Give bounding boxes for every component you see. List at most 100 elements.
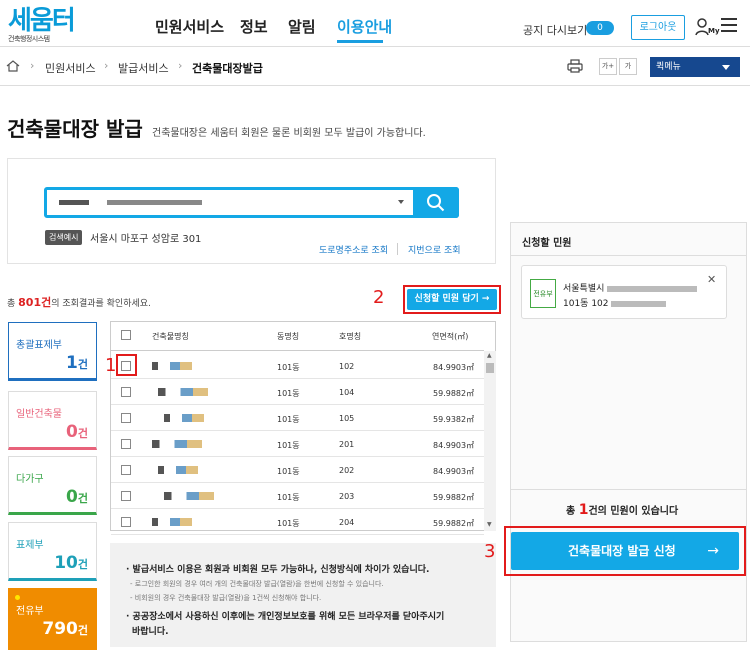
font-decrease-button[interactable]: 가: [619, 58, 637, 75]
nav-guide[interactable]: 이용안내: [337, 16, 392, 37]
logo-subtext: 건축행정시스템: [8, 35, 50, 43]
category-count: 790건: [42, 619, 88, 639]
cell-dong: 101동: [277, 519, 300, 528]
font-increase-button[interactable]: 가+: [599, 58, 617, 75]
lot-number-search-link[interactable]: 지번으로 조회: [408, 243, 461, 256]
link-separator: [397, 243, 398, 255]
cell-area: 59.9882㎡: [433, 519, 475, 528]
application-total: 총 1건의 민원이 있습니다: [566, 502, 678, 518]
row-checkbox[interactable]: [121, 439, 131, 449]
row-checkbox[interactable]: [121, 517, 131, 527]
row-divider: [111, 430, 484, 431]
nav-info[interactable]: 정보: [240, 16, 268, 37]
notice-toggle[interactable]: 0: [586, 21, 614, 35]
logout-button[interactable]: 로그아웃: [631, 15, 685, 40]
add-application-button[interactable]: 신청할 민원 담기 →: [407, 289, 497, 310]
building-name-redacted: [152, 518, 192, 526]
application-item-address: 서울특별시 101동 102: [563, 281, 698, 309]
search-example-text: 서울시 마포구 성암로 301: [90, 234, 202, 245]
category-count-value: 0: [66, 487, 78, 507]
category-count-value: 0: [66, 422, 78, 442]
nav-active-indicator: [337, 40, 383, 43]
row-checkbox[interactable]: [121, 491, 131, 501]
category-count-value: 790: [42, 619, 78, 639]
issue-request-label: 건축물대장 발급 신청: [568, 544, 676, 558]
row-checkbox[interactable]: [121, 413, 131, 423]
cell-area: 59.9882㎡: [433, 389, 475, 398]
my-page-icon[interactable]: My: [695, 17, 720, 37]
dropdown-caret-icon[interactable]: [398, 200, 404, 204]
column-header-building-name: 건축물명칭: [152, 332, 189, 341]
category-count: 0건: [66, 487, 88, 507]
cell-ho: 102: [339, 362, 355, 371]
category-label: 총괄표제부: [16, 340, 62, 351]
my-label: My: [708, 27, 720, 35]
cell-ho: 202: [339, 466, 355, 475]
search-button[interactable]: [413, 187, 459, 218]
quick-menu-select[interactable]: 퀵메뉴: [650, 57, 740, 77]
breadcrumb-issue-service[interactable]: 발급서비스: [118, 60, 169, 76]
notice-line: - 비회원의 경우 건축물대장 발급(열람)을 1건씩 신청해야 합니다.: [130, 594, 322, 602]
category-count: 1건: [66, 353, 88, 373]
row-divider: [111, 508, 484, 509]
remove-item-icon[interactable]: ✕: [707, 273, 716, 286]
category-card-multi-household[interactable]: 다가구 0건: [8, 456, 97, 515]
category-card-exclusive-unit[interactable]: 전유부 790건: [8, 588, 97, 650]
notice-line: - 로그인한 회원의 경우 여러 개의 건축물대장 발급(열람)을 한번에 신청…: [130, 580, 384, 588]
print-icon[interactable]: [567, 59, 583, 73]
nav-alert[interactable]: 알림: [288, 16, 316, 37]
category-count-unit: 건: [77, 558, 88, 571]
issue-request-button[interactable]: 건축물대장 발급 신청 →: [511, 532, 739, 570]
row-divider: [111, 378, 484, 379]
row-divider: [111, 404, 484, 405]
road-address-search-link[interactable]: 도로명주소로 조회: [319, 243, 388, 256]
row-checkbox[interactable]: [121, 465, 131, 475]
cell-dong: 101동: [277, 441, 300, 450]
table-scrollbar[interactable]: ▲ ▼: [484, 351, 496, 531]
hamburger-menu-icon[interactable]: [721, 18, 737, 32]
category-card-title-section[interactable]: 표제부 10건: [8, 522, 97, 581]
cell-area: 59.9382㎡: [433, 415, 475, 424]
chevron-right-icon: ›: [30, 59, 35, 72]
address-search-input[interactable]: [44, 187, 459, 218]
category-card-general-title[interactable]: 총괄표제부 1건: [8, 322, 97, 381]
category-label: 표제부: [16, 540, 44, 551]
quick-menu-label: 퀵메뉴: [656, 62, 681, 72]
home-icon[interactable]: [6, 60, 20, 72]
breadcrumb-civil-service[interactable]: 민원서비스: [45, 60, 96, 76]
nav-civil-service[interactable]: 민원서비스: [155, 16, 224, 37]
scroll-up-icon[interactable]: ▲: [487, 352, 492, 359]
annotation-number-2: 2: [373, 287, 385, 308]
scrollbar-thumb[interactable]: [486, 363, 494, 373]
category-count-value: 1: [66, 353, 78, 373]
chevron-down-icon: [722, 65, 730, 70]
panel-divider: [510, 489, 747, 490]
scroll-down-icon[interactable]: ▼: [487, 521, 492, 528]
application-item-tag: 전유부: [530, 279, 556, 308]
chevron-right-icon: ›: [104, 59, 109, 72]
column-header-area: 연면적(㎡): [432, 332, 469, 341]
building-name-redacted: [152, 362, 192, 370]
application-panel-title: 신청할 민원: [522, 238, 572, 249]
page-title: 건축물대장 발급: [7, 117, 143, 141]
redacted-text: [107, 200, 202, 205]
result-count-number: 801건: [18, 296, 52, 309]
select-all-checkbox[interactable]: [121, 330, 131, 340]
notice-toggle-label: 공지 다시보기: [523, 24, 588, 37]
panel-divider: [510, 255, 747, 256]
cell-dong: 101동: [277, 389, 300, 398]
logo[interactable]: 세움터 건축행정시스템: [8, 8, 88, 43]
category-count-unit: 건: [77, 624, 88, 637]
header-divider: [111, 350, 484, 351]
cell-dong: 101동: [277, 467, 300, 476]
cell-dong: 101동: [277, 493, 300, 502]
search-example-tag: 검색예시: [45, 230, 83, 245]
notice-line: · 공공장소에서 사용하신 이후에는 개인정보보호를 위해 모든 브라우저를 닫…: [126, 612, 445, 622]
building-name-redacted: [164, 414, 204, 422]
row-checkbox[interactable]: [121, 387, 131, 397]
category-card-general-building[interactable]: 일반건축물 0건: [8, 391, 97, 450]
category-label: 일반건축물: [16, 409, 62, 420]
cell-area: 84.9903㎡: [433, 441, 475, 450]
category-label: 다가구: [16, 474, 44, 485]
redacted-text: [59, 200, 89, 205]
